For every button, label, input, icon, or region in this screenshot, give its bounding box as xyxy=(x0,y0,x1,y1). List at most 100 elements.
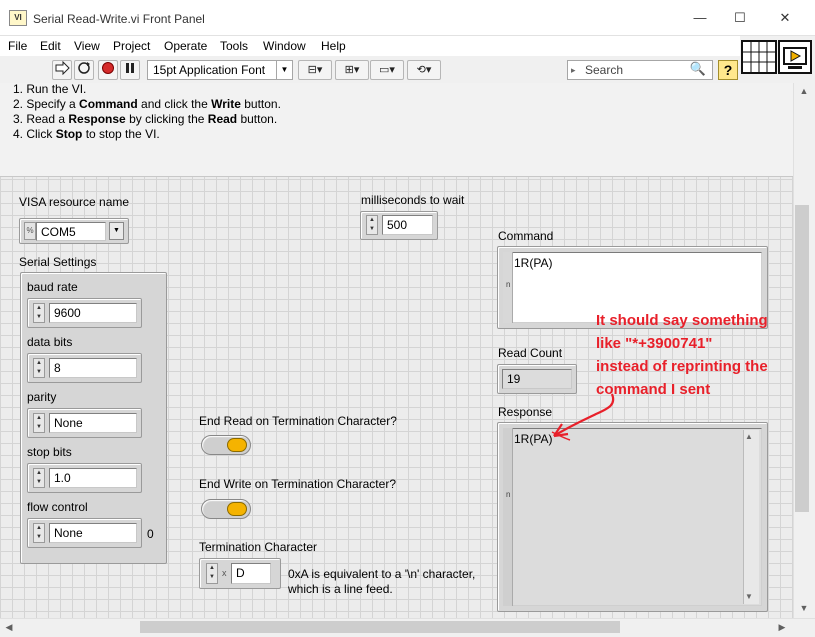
response-field[interactable] xyxy=(503,428,762,606)
visa-resource-field[interactable]: COM5 xyxy=(36,222,106,241)
annotation-arrow-icon xyxy=(551,393,615,441)
distribute-icon: ⊞▾ xyxy=(344,64,360,76)
abort-button[interactable] xyxy=(98,60,118,80)
reorder-button[interactable]: ⟲▾ xyxy=(407,60,441,80)
scroll-down-icon[interactable]: ▼ xyxy=(797,603,811,613)
termination-field[interactable]: D xyxy=(231,563,271,584)
response-scrollbar[interactable] xyxy=(743,430,759,604)
run-button[interactable] xyxy=(52,60,72,80)
stop-bits-label: stop bits xyxy=(27,445,72,459)
search-input[interactable]: Search ▸ 🔍 xyxy=(567,60,713,80)
search-icon[interactable]: 🔍 xyxy=(690,60,706,78)
termination-note-1: 0xA is equivalent to a '\n' character, xyxy=(288,567,476,581)
font-select-value: 15pt Application Font xyxy=(153,63,266,77)
command-display-indicator: n xyxy=(506,280,511,289)
data-bits-field[interactable]: 8 xyxy=(49,358,137,378)
scroll-up-icon[interactable]: ▲ xyxy=(745,432,753,441)
align-objects-button[interactable]: ⊟▾ xyxy=(298,60,332,80)
chevron-down-icon[interactable]: ▼ xyxy=(109,222,124,240)
termination-note-2: which is a line feed. xyxy=(288,582,393,596)
minimize-button[interactable]: — xyxy=(685,6,715,30)
instruction-line-4: 4. Click Stop to stop the VI. xyxy=(13,127,160,141)
search-scope-icon: ▸ xyxy=(571,65,576,75)
distribute-objects-button[interactable]: ⊞▾ xyxy=(335,60,369,80)
flow-control-stepper[interactable]: ▲ ▼ xyxy=(33,523,45,543)
command-label: Command xyxy=(498,229,554,243)
chevron-down-icon: ▼ xyxy=(276,61,292,79)
wait-field[interactable]: 500 xyxy=(382,215,433,235)
menu-help[interactable]: Help xyxy=(321,39,346,53)
end-write-label: End Write on Termination Character? xyxy=(199,477,396,491)
menu-operate[interactable]: Operate xyxy=(164,39,207,53)
wait-stepper[interactable]: ▲ ▼ xyxy=(366,215,378,235)
stop-bits-stepper[interactable]: ▲ ▼ xyxy=(33,468,45,488)
read-count-label: Read Count xyxy=(498,346,563,360)
flow-control-index: 0 xyxy=(147,527,154,541)
parity-stepper[interactable]: ▲ ▼ xyxy=(33,413,45,433)
data-bits-stepper[interactable]: ▲ ▼ xyxy=(33,358,45,378)
scroll-right-icon[interactable]: ▶ xyxy=(776,622,788,633)
close-button[interactable]: ✕ xyxy=(770,6,800,30)
toggle-knob xyxy=(227,438,247,452)
instruction-line-2: 2. Specify a Command and click the Write… xyxy=(13,97,281,111)
pause-icon xyxy=(126,63,134,73)
scroll-up-icon[interactable]: ▲ xyxy=(797,86,811,96)
annotation-line-3: instead of reprinting the xyxy=(596,358,768,375)
visa-resource-label: VISA resource name xyxy=(19,195,130,209)
menu-window[interactable]: Window xyxy=(263,39,306,53)
vertical-scroll-thumb[interactable] xyxy=(795,205,809,512)
response-display-indicator: n xyxy=(506,490,511,499)
visa-browse-icon[interactable]: % xyxy=(24,222,36,240)
end-read-label: End Read on Termination Character? xyxy=(199,414,397,428)
menu-bar xyxy=(0,36,740,56)
run-continuously-icon xyxy=(78,62,90,74)
resize-objects-button[interactable]: ▭▾ xyxy=(370,60,404,80)
baud-rate-label: baud rate xyxy=(27,280,78,294)
horizontal-scroll-thumb[interactable] xyxy=(140,621,620,633)
wait-label: milliseconds to wait xyxy=(361,193,465,207)
abort-stop-icon xyxy=(102,62,114,74)
command-text: 1R(PA) xyxy=(514,256,553,270)
response-display-gutter xyxy=(503,428,513,606)
baud-rate-stepper[interactable]: ▲ ▼ xyxy=(33,303,45,323)
baud-rate-field[interactable]: 9600 xyxy=(49,303,137,323)
font-select[interactable]: 15pt Application Font ▼ xyxy=(147,60,293,80)
search-placeholder: Search xyxy=(585,63,624,77)
data-bits-label: data bits xyxy=(27,335,73,349)
flow-control-field[interactable]: None xyxy=(49,523,137,543)
connector-grid-icon xyxy=(743,42,775,72)
align-icon: ⊟▾ xyxy=(307,64,323,76)
pause-button[interactable] xyxy=(120,60,140,80)
stop-bits-field[interactable]: 1.0 xyxy=(49,468,137,488)
vi-window-icon: VI xyxy=(9,10,27,26)
resize-icon: ▭▾ xyxy=(379,64,395,76)
scroll-left-icon[interactable]: ◀ xyxy=(3,622,15,633)
termination-label: Termination Character xyxy=(199,540,318,554)
end-read-toggle[interactable] xyxy=(201,435,251,455)
context-help-button[interactable]: ? xyxy=(718,60,738,80)
instruction-line-1: 1. Run the VI. xyxy=(13,82,87,96)
instruction-line-3: 3. Read a Response by clicking the Read … xyxy=(13,112,278,126)
menu-edit[interactable]: Edit xyxy=(40,39,61,53)
run-continuously-button[interactable] xyxy=(74,60,94,80)
menu-tools[interactable]: Tools xyxy=(220,39,248,53)
window-title: Serial Read-Write.vi Front Panel xyxy=(33,12,205,26)
annotation-line-2: like "*+3900741" xyxy=(596,335,713,352)
menu-file[interactable]: File xyxy=(8,39,27,53)
end-write-toggle[interactable] xyxy=(201,499,251,519)
run-arrow-icon xyxy=(55,60,70,76)
read-count-value: 19 xyxy=(502,369,572,389)
menu-view[interactable]: View xyxy=(74,39,100,53)
termination-stepper[interactable]: ▲ ▼ xyxy=(206,563,218,584)
labview-play-icon xyxy=(783,47,807,69)
scroll-down-icon[interactable]: ▼ xyxy=(745,592,753,601)
vi-icon[interactable] xyxy=(778,40,812,74)
parity-field[interactable]: None xyxy=(49,413,137,433)
menu-project[interactable]: Project xyxy=(113,39,150,53)
toggle-knob xyxy=(227,502,247,516)
serial-settings-label: Serial Settings xyxy=(19,255,97,269)
maximize-button[interactable]: ☐ xyxy=(725,6,755,30)
connector-pane-icon[interactable] xyxy=(741,40,777,74)
reorder-icon: ⟲▾ xyxy=(416,64,432,76)
parity-label: parity xyxy=(27,390,57,404)
